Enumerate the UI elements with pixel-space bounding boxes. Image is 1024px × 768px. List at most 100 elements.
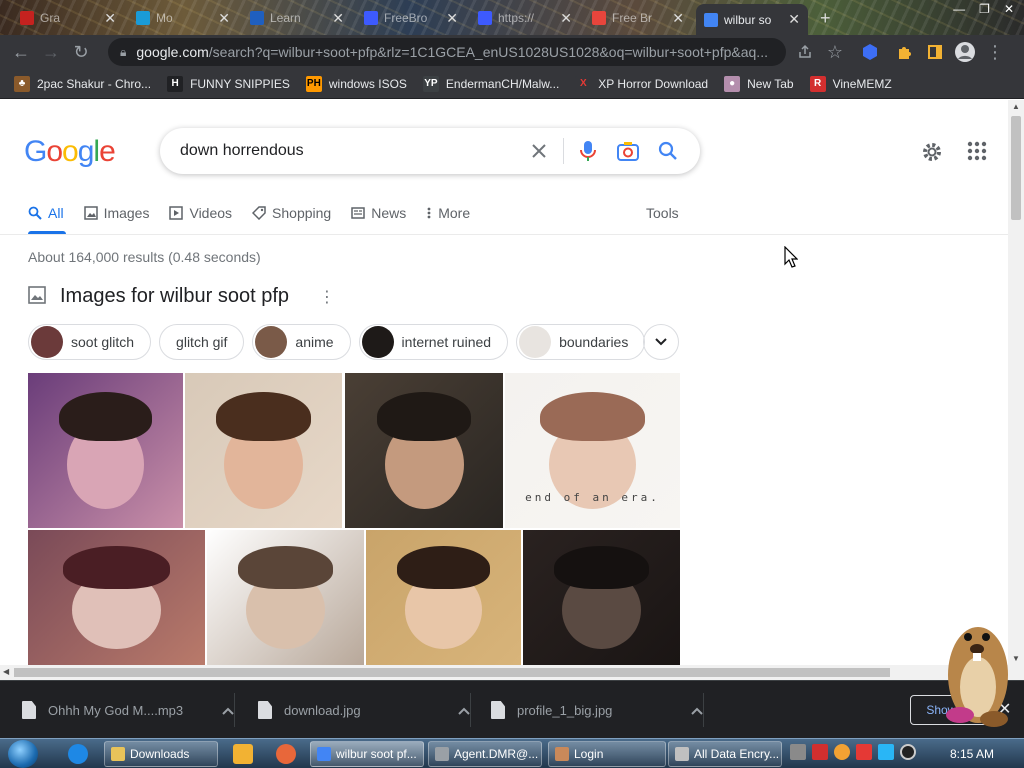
- bookmark-item[interactable]: PH windows ISOS: [305, 75, 407, 92]
- tab-favicon-icon: [250, 11, 264, 25]
- chevron-up-icon[interactable]: [222, 703, 234, 718]
- browser-menu-icon[interactable]: ⋮: [980, 37, 1010, 67]
- settings-gear-icon[interactable]: [920, 140, 944, 167]
- tab-close-icon[interactable]: ✕: [104, 10, 116, 27]
- taskbar-button-label: Agent.DMR@...: [454, 747, 539, 761]
- bookmark-item[interactable]: YP EndermanCH/Malw...: [422, 75, 559, 92]
- tray-network-icon[interactable]: [878, 744, 894, 760]
- taskbar-window-button[interactable]: Agent.DMR@...: [428, 741, 542, 767]
- side-panel-icon[interactable]: [920, 37, 950, 67]
- forward-icon[interactable]: →: [36, 37, 66, 67]
- bookmark-item[interactable]: X XP Horror Download: [575, 75, 708, 92]
- search-input[interactable]: down horrendous: [180, 142, 519, 160]
- tray-volume-icon[interactable]: [900, 744, 916, 760]
- chevron-up-icon[interactable]: [691, 703, 703, 718]
- section-options-icon[interactable]: ⋮: [319, 287, 335, 307]
- bookmark-item[interactable]: ♣ 2pac Shakur - Chro...: [14, 75, 151, 92]
- image-result-thumbnail[interactable]: [523, 530, 680, 665]
- tab-close-icon[interactable]: ✕: [788, 11, 800, 28]
- search-tab[interactable]: Videos: [169, 200, 232, 226]
- url-domain: google.com: [136, 44, 209, 60]
- search-tab[interactable]: More: [426, 200, 470, 226]
- camera-lens-icon[interactable]: [608, 141, 648, 161]
- refinement-chip[interactable]: soot glitch: [28, 324, 152, 360]
- browser-tab[interactable]: wilbur so ✕: [696, 4, 808, 35]
- back-icon[interactable]: ←: [6, 37, 36, 67]
- tab-close-icon[interactable]: ✕: [446, 10, 458, 27]
- media-player-icon[interactable]: [233, 744, 253, 764]
- search-box[interactable]: down horrendous: [160, 128, 700, 174]
- browser-tab[interactable]: Learn ✕: [242, 6, 352, 30]
- logo-letter: o: [46, 135, 63, 168]
- tab-close-icon[interactable]: ✕: [218, 10, 230, 27]
- extensions-puzzle-icon[interactable]: [890, 37, 920, 67]
- profile-avatar-icon[interactable]: [950, 37, 980, 67]
- browser-tab[interactable]: Gra ✕: [12, 6, 124, 30]
- quicklaunch-app-icon[interactable]: [276, 744, 296, 764]
- search-tab[interactable]: All: [28, 200, 64, 226]
- extension-shield-icon[interactable]: [850, 37, 890, 67]
- tab-close-icon[interactable]: ✕: [672, 10, 684, 27]
- scroll-up-arrow-icon[interactable]: ▲: [1012, 102, 1020, 111]
- refinement-chip[interactable]: boundaries: [516, 324, 646, 360]
- taskbar-window-button[interactable]: All Data Encry...: [668, 741, 782, 767]
- refinement-chip[interactable]: internet ruined: [358, 324, 509, 360]
- tray-search-icon[interactable]: [834, 744, 850, 760]
- horizontal-scrollbar[interactable]: ◀: [0, 665, 1024, 680]
- search-tab[interactable]: Shopping: [252, 200, 331, 226]
- tray-flag-icon[interactable]: [856, 744, 872, 760]
- address-bar[interactable]: 🔒︎ google.com/search?q=wilbur+soot+pfp&r…: [108, 38, 786, 66]
- image-result-thumbnail[interactable]: [345, 373, 503, 528]
- image-result-thumbnail[interactable]: [185, 373, 342, 528]
- maximize-icon[interactable]: ❐: [979, 2, 990, 16]
- search-tab[interactable]: Images: [83, 200, 149, 226]
- image-result-thumbnail[interactable]: end of an era.: [505, 373, 680, 528]
- horizontal-scroll-thumb[interactable]: [14, 668, 890, 677]
- tab-close-icon[interactable]: ✕: [332, 10, 344, 27]
- start-button[interactable]: [8, 740, 38, 768]
- microphone-icon[interactable]: [568, 140, 608, 162]
- desktop-mascot-character[interactable]: [930, 615, 1020, 735]
- bookmark-favicon-icon: ●: [724, 75, 741, 92]
- refinement-chip[interactable]: glitch gif: [159, 324, 245, 360]
- reload-icon[interactable]: ↻: [66, 37, 96, 67]
- download-item[interactable]: Ohhh My God M....mp3: [0, 681, 234, 739]
- clear-search-icon[interactable]: [519, 142, 559, 160]
- bookmark-item[interactable]: ● New Tab: [724, 75, 794, 92]
- search-submit-icon[interactable]: [648, 141, 688, 161]
- vertical-scrollbar[interactable]: ▲ ▼: [1008, 100, 1024, 665]
- internet-explorer-icon[interactable]: [68, 744, 88, 764]
- minimize-icon[interactable]: —: [953, 2, 965, 16]
- tools-button[interactable]: Tools: [646, 205, 679, 221]
- taskbar-window-button[interactable]: wilbur soot pf...: [310, 741, 424, 767]
- taskbar-window-button[interactable]: Login: [548, 741, 666, 767]
- browser-tab[interactable]: Mo ✕: [128, 6, 238, 30]
- new-tab-plus-icon[interactable]: +: [812, 6, 836, 30]
- bookmark-item[interactable]: H FUNNY SNIPPIES: [167, 75, 290, 92]
- search-tab[interactable]: News: [351, 200, 406, 226]
- google-logo[interactable]: Google: [24, 135, 116, 169]
- taskbar-window-button[interactable]: Downloads: [104, 741, 218, 767]
- refinement-chip[interactable]: anime: [252, 324, 351, 360]
- image-result-thumbnail[interactable]: [366, 530, 521, 665]
- browser-tab[interactable]: Free Br ✕: [584, 6, 692, 30]
- bookmark-star-icon[interactable]: ☆: [820, 37, 850, 67]
- close-window-icon[interactable]: ✕: [1004, 2, 1014, 16]
- download-item[interactable]: profile_1_big.jpg: [469, 681, 703, 739]
- download-item[interactable]: download.jpg: [236, 681, 470, 739]
- share-icon[interactable]: [790, 37, 820, 67]
- tray-app-icon[interactable]: [790, 744, 806, 760]
- tab-close-icon[interactable]: ✕: [560, 10, 572, 27]
- browser-tab[interactable]: FreeBro ✕: [356, 6, 466, 30]
- apps-grid-icon[interactable]: [966, 140, 988, 167]
- image-result-thumbnail[interactable]: [28, 373, 183, 528]
- browser-tab[interactable]: https:// ✕: [470, 6, 580, 30]
- bookmark-item[interactable]: R VineMEMZ: [809, 75, 892, 92]
- vertical-scroll-thumb[interactable]: [1011, 116, 1021, 220]
- chips-expand-button[interactable]: [643, 324, 679, 360]
- image-result-thumbnail[interactable]: [28, 530, 205, 665]
- scroll-left-arrow-icon[interactable]: ◀: [3, 667, 9, 676]
- image-result-thumbnail[interactable]: [207, 530, 364, 665]
- tray-antivirus-icon[interactable]: [812, 744, 828, 760]
- image-section-icon: [28, 286, 46, 307]
